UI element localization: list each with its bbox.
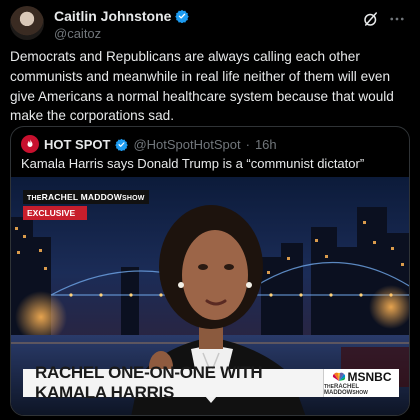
chyron-text: RACHEL ONE-ON-ONE WITH KAMALA HARRIS xyxy=(35,363,263,402)
show-logo: THERACHEL MADDOWSHOW EXCLUSIVE xyxy=(23,187,149,220)
quoted-author-avatar[interactable] xyxy=(21,135,39,153)
quoted-tweet[interactable]: HOT SPOT @HotSpotHotSpot · 16h Kamala Ha… xyxy=(10,126,410,416)
author-name-row: Caitlin Johnstone xyxy=(54,8,190,24)
quoted-verified-badge-icon xyxy=(115,138,129,151)
show-logo-text: THERACHEL MADDOWSHOW xyxy=(23,190,149,204)
chyron: RACHEL ONE-ON-ONE WITH KAMALA HARRIS MSN… xyxy=(23,363,399,402)
network-name: MSNBC xyxy=(347,370,392,384)
network-brand: MSNBC THERACHEL MADDOWSHOW xyxy=(323,369,399,397)
grok-icon[interactable] xyxy=(362,10,380,28)
more-icon[interactable] xyxy=(388,10,406,28)
quoted-tweet-text: Kamala Harris says Donald Trump is a “co… xyxy=(21,156,365,171)
author-name[interactable]: Caitlin Johnstone xyxy=(54,8,171,24)
tweet-header: Caitlin Johnstone @caitoz xyxy=(10,6,410,42)
author-handle[interactable]: @caitoz xyxy=(54,26,101,41)
quoted-author-name[interactable]: HOT SPOT xyxy=(44,137,110,152)
verified-badge-icon xyxy=(175,9,190,23)
quoted-timestamp[interactable]: 16h xyxy=(255,137,277,152)
peacock-icon xyxy=(332,372,345,381)
exclusive-badge: EXCLUSIVE xyxy=(23,206,87,220)
quoted-author-handle[interactable]: @HotSpotHotSpot xyxy=(133,137,240,152)
flame-icon xyxy=(27,139,33,147)
tweet-text: Democrats and Republicans are always cal… xyxy=(10,49,394,124)
brand-subtitle: THERACHEL MADDOWSHOW xyxy=(324,384,368,396)
video-media[interactable]: THERACHEL MADDOWSHOW EXCLUSIVE RACHEL ON… xyxy=(11,177,409,415)
author-avatar[interactable] xyxy=(10,6,44,40)
quoted-tweet-header: HOT SPOT @HotSpotHotSpot · 16h xyxy=(21,135,277,153)
separator-dot: · xyxy=(245,136,250,152)
network-logo: MSNBC xyxy=(332,370,392,384)
